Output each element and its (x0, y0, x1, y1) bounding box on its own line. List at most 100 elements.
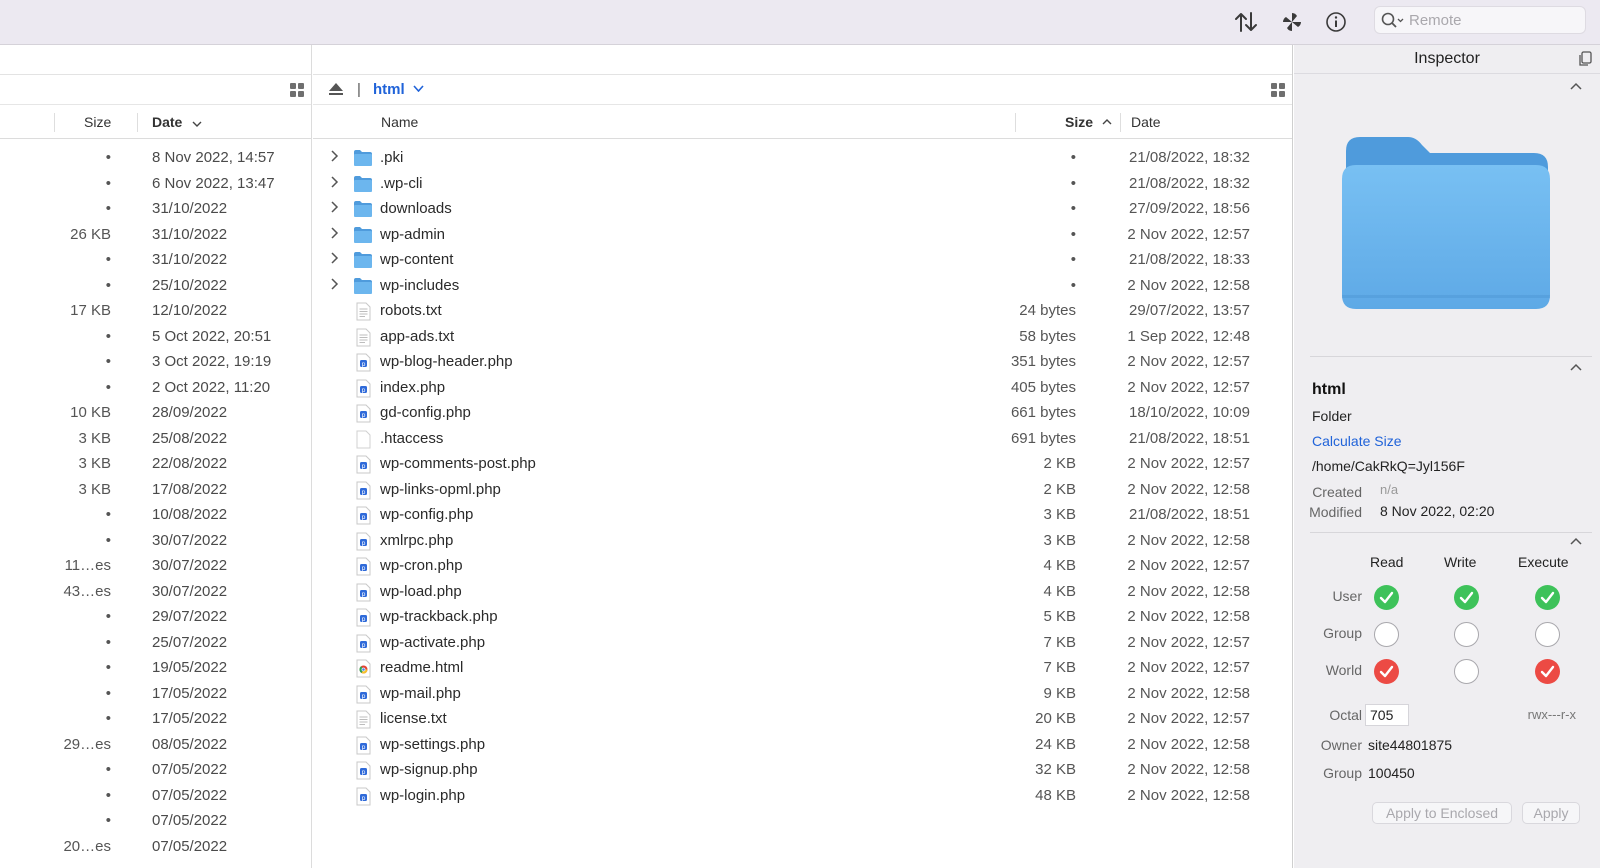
list-item[interactable]: • 6 Nov 2022, 13:47 (0, 171, 311, 197)
chevron-right-icon[interactable] (327, 149, 341, 163)
calculate-size-link[interactable]: Calculate Size (1312, 433, 1402, 449)
column-header-name[interactable]: Name (381, 114, 418, 130)
eject-icon[interactable] (328, 82, 344, 96)
chevron-right-icon[interactable] (327, 200, 341, 214)
size-cell: 20…es (63, 837, 111, 855)
file-row[interactable]: p wp-login.php 48 KB 2 Nov 2022, 12:58 (313, 783, 1292, 809)
column-header-size[interactable]: Size (84, 114, 111, 130)
list-item[interactable]: • 25/10/2022 (0, 273, 311, 299)
file-row[interactable]: p wp-activate.php 7 KB 2 Nov 2022, 12:57 (313, 630, 1292, 656)
file-row[interactable]: p wp-cron.php 4 KB 2 Nov 2022, 12:57 (313, 553, 1292, 579)
permission-checkbox-user-execute[interactable] (1535, 585, 1560, 610)
file-row[interactable]: p wp-mail.php 9 KB 2 Nov 2022, 12:58 (313, 681, 1292, 707)
file-row[interactable]: p xmlrpc.php 3 KB 2 Nov 2022, 12:58 (313, 528, 1292, 554)
list-item[interactable]: 3 KB 17/08/2022 (0, 477, 311, 503)
folder-row[interactable]: wp-admin • 2 Nov 2022, 12:57 (313, 222, 1292, 248)
list-item[interactable]: • 30/07/2022 (0, 528, 311, 554)
search-input[interactable]: Remote (1374, 6, 1586, 34)
chevron-right-icon[interactable] (327, 226, 341, 240)
folder-row[interactable]: downloads • 27/09/2022, 18:56 (313, 196, 1292, 222)
list-item[interactable]: • 17/05/2022 (0, 706, 311, 732)
list-item[interactable]: • 5 Oct 2022, 20:51 (0, 324, 311, 350)
list-item[interactable]: • 19/05/2022 (0, 655, 311, 681)
file-row[interactable]: p index.php 405 bytes 2 Nov 2022, 12:57 (313, 375, 1292, 401)
file-row[interactable]: p wp-blog-header.php 351 bytes 2 Nov 2022, … (313, 349, 1292, 375)
info-icon[interactable] (1322, 8, 1350, 36)
file-row[interactable]: license.txt 20 KB 2 Nov 2022, 12:57 (313, 706, 1292, 732)
sort-arrows-icon[interactable] (1232, 8, 1260, 36)
chevron-right-icon[interactable] (327, 277, 341, 291)
file-row[interactable]: p wp-comments-post.php 2 KB 2 Nov 2022, 12:… (313, 451, 1292, 477)
permission-checkbox-user-write[interactable] (1454, 585, 1479, 610)
permission-checkbox-world-execute[interactable] (1535, 659, 1560, 684)
permission-checkbox-group-read[interactable] (1374, 622, 1399, 647)
activity-spinner-icon[interactable] (1278, 8, 1306, 36)
copy-icon[interactable] (1578, 51, 1592, 67)
collapse-preview-icon[interactable] (1570, 82, 1582, 90)
file-row[interactable]: p wp-links-opml.php 2 KB 2 Nov 2022, 12:58 (313, 477, 1292, 503)
list-item[interactable]: 3 KB 22/08/2022 (0, 451, 311, 477)
file-name: license.txt (380, 710, 447, 727)
file-row[interactable]: p wp-load.php 4 KB 2 Nov 2022, 12:58 (313, 579, 1292, 605)
inspector-item-kind: Folder (1312, 408, 1352, 424)
list-item[interactable]: 43…es 30/07/2022 (0, 579, 311, 605)
list-item[interactable]: 26 KB 31/10/2022 (0, 222, 311, 248)
list-item[interactable]: 3 KB 25/08/2022 (0, 426, 311, 452)
permission-checkbox-group-write[interactable] (1454, 622, 1479, 647)
folder-row[interactable]: wp-content • 21/08/2022, 18:33 (313, 247, 1292, 273)
file-row[interactable]: app-ads.txt 58 bytes 1 Sep 2022, 12:48 (313, 324, 1292, 350)
permission-checkbox-world-read[interactable] (1374, 659, 1399, 684)
collapse-permissions-icon[interactable] (1570, 537, 1582, 545)
path-location[interactable]: html (373, 81, 405, 98)
apply-button[interactable]: Apply (1522, 802, 1580, 824)
permission-checkbox-group-execute[interactable] (1535, 622, 1560, 647)
svg-text:p: p (362, 795, 366, 802)
permission-checkbox-world-write[interactable] (1454, 659, 1479, 684)
list-item[interactable]: • 3 Oct 2022, 19:19 (0, 349, 311, 375)
permission-checkbox-user-read[interactable] (1374, 585, 1399, 610)
chevron-right-icon[interactable] (327, 175, 341, 189)
list-item[interactable]: • 25/07/2022 (0, 630, 311, 656)
list-item[interactable]: 20…es 07/05/2022 (0, 834, 311, 860)
list-item[interactable]: • 2 Oct 2022, 11:20 (0, 375, 311, 401)
php-file-icon: p (353, 557, 373, 576)
file-row[interactable]: p wp-settings.php 24 KB 2 Nov 2022, 12:58 (313, 732, 1292, 758)
list-item[interactable]: • 29/07/2022 (0, 604, 311, 630)
list-item[interactable]: 11…es 30/07/2022 (0, 553, 311, 579)
folder-row[interactable]: .wp-cli • 21/08/2022, 18:32 (313, 171, 1292, 197)
size-cell: 32 KB (1035, 761, 1076, 778)
column-header-size[interactable]: Size (1065, 114, 1093, 130)
list-item[interactable]: • 31/10/2022 (0, 196, 311, 222)
file-row[interactable]: readme.html 7 KB 2 Nov 2022, 12:57 (313, 655, 1292, 681)
file-row[interactable]: p wp-trackback.php 5 KB 2 Nov 2022, 12:58 (313, 604, 1292, 630)
folder-row[interactable]: .pki • 21/08/2022, 18:32 (313, 145, 1292, 171)
view-grid-icon[interactable] (1271, 83, 1285, 97)
file-row[interactable]: robots.txt 24 bytes 29/07/2022, 13:57 (313, 298, 1292, 324)
list-item[interactable]: 17 KB 12/10/2022 (0, 298, 311, 324)
column-header-date[interactable]: Date (152, 114, 182, 130)
chevron-down-icon[interactable] (413, 85, 424, 92)
view-grid-icon[interactable] (290, 83, 304, 97)
list-item[interactable]: 29…es 08/05/2022 (0, 732, 311, 758)
list-item[interactable]: 10 KB 28/09/2022 (0, 400, 311, 426)
file-row[interactable]: p wp-signup.php 32 KB 2 Nov 2022, 12:58 (313, 757, 1292, 783)
column-header-date[interactable]: Date (1131, 114, 1161, 130)
list-item[interactable]: • 07/05/2022 (0, 757, 311, 783)
date-cell: 27/09/2022, 18:56 (1129, 200, 1250, 217)
modified-label: Modified (1309, 504, 1362, 520)
list-item[interactable]: • 8 Nov 2022, 14:57 (0, 145, 311, 171)
date-cell: 07/05/2022 (152, 812, 228, 829)
list-item[interactable]: • 17/05/2022 (0, 681, 311, 707)
list-item[interactable]: • 10/08/2022 (0, 502, 311, 528)
list-item[interactable]: • 07/05/2022 (0, 808, 311, 834)
file-row[interactable]: .htaccess 691 bytes 21/08/2022, 18:51 (313, 426, 1292, 452)
octal-field[interactable]: 705 (1365, 704, 1409, 726)
collapse-info-icon[interactable] (1570, 363, 1582, 371)
list-item[interactable]: • 31/10/2022 (0, 247, 311, 273)
file-row[interactable]: p wp-config.php 3 KB 21/08/2022, 18:51 (313, 502, 1292, 528)
chevron-right-icon[interactable] (327, 251, 341, 265)
folder-row[interactable]: wp-includes • 2 Nov 2022, 12:58 (313, 273, 1292, 299)
list-item[interactable]: • 07/05/2022 (0, 783, 311, 809)
apply-to-enclosed-button[interactable]: Apply to Enclosed (1372, 802, 1512, 824)
file-row[interactable]: p gd-config.php 661 bytes 18/10/2022, 10:09 (313, 400, 1292, 426)
